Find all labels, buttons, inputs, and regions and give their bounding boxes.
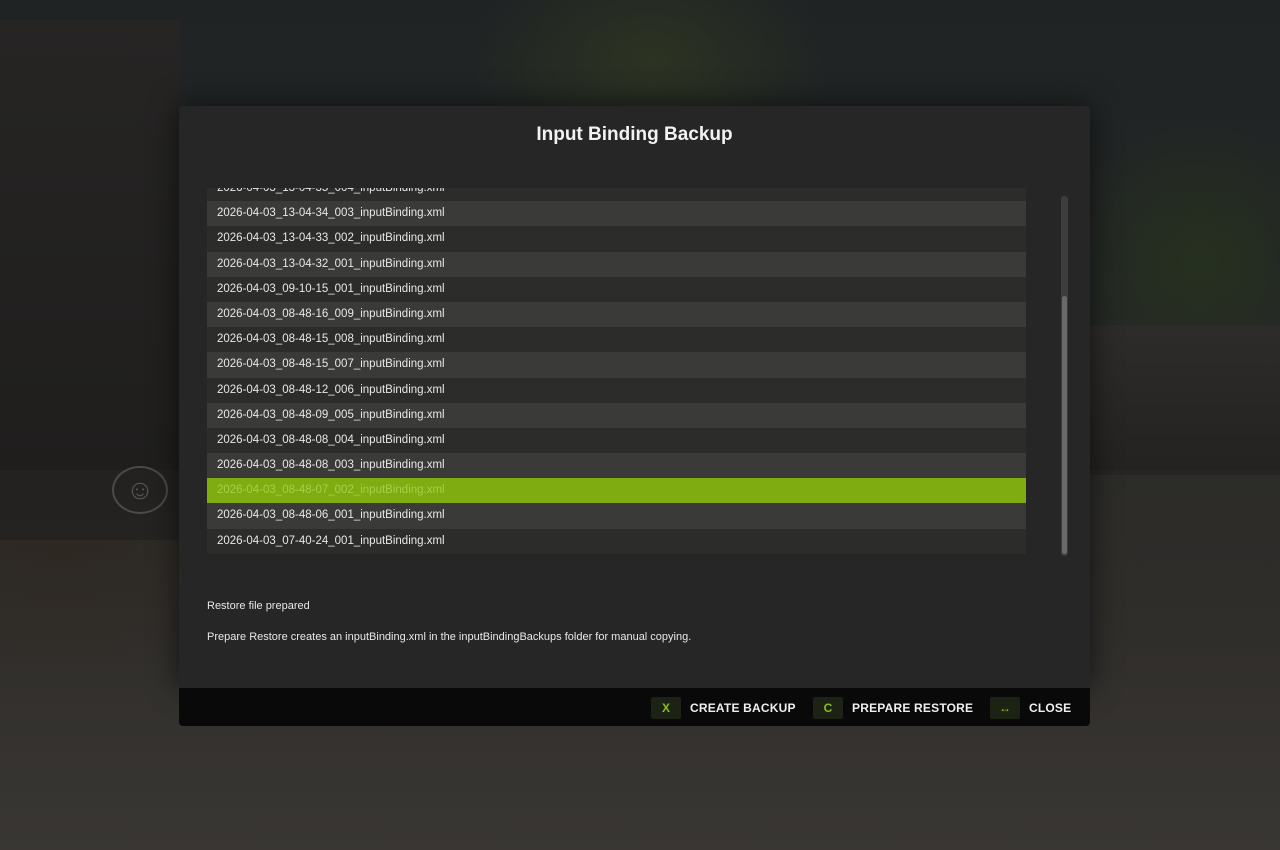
prepare-restore-label: PREPARE RESTORE	[852, 701, 974, 715]
close-label: CLOSE	[1029, 701, 1072, 715]
key-c-icon: C	[813, 697, 843, 719]
file-row[interactable]: 2026-04-03_08-48-06_001_inputBinding.xml	[207, 503, 1026, 529]
file-row[interactable]: 2026-04-03_13-04-34_003_inputBinding.xml	[207, 201, 1026, 227]
list-scrollbar[interactable]	[1061, 196, 1068, 556]
background-fence	[1090, 325, 1280, 475]
create-backup-label: CREATE BACKUP	[690, 701, 796, 715]
key-x-icon: X	[651, 697, 681, 719]
selected-file-row[interactable]: 2026-04-03_08-48-07_002_inputBinding.xml	[207, 478, 1026, 504]
backup-dialog: 2026-04-03_13-04-35_004_inputBinding.xml…	[179, 106, 1090, 688]
file-row[interactable]: 2026-04-03_08-48-08_003_inputBinding.xml	[207, 453, 1026, 479]
file-row[interactable]: 2026-04-03_08-48-09_005_inputBinding.xml	[207, 402, 1026, 428]
file-row[interactable]: 2026-04-03_08-48-15_007_inputBinding.xml	[207, 352, 1026, 378]
backup-file-list[interactable]: 2026-04-03_13-04-35_004_inputBinding.xml…	[207, 188, 1026, 556]
file-row[interactable]: 2026-04-03_08-48-15_008_inputBinding.xml	[207, 327, 1026, 353]
action-bar: X CREATE BACKUP C PREPARE RESTORE ↔ CLOS…	[179, 688, 1090, 726]
file-row[interactable]: 2026-04-03_08-48-08_004_inputBinding.xml	[207, 427, 1026, 454]
prepare-restore-button[interactable]: C PREPARE RESTORE	[813, 697, 973, 719]
file-row[interactable]: 2026-04-03_08-48-16_009_inputBinding.xml	[207, 301, 1026, 328]
create-backup-button[interactable]: X CREATE BACKUP	[651, 697, 796, 719]
file-row[interactable]: 2026-04-03_13-04-35_004_inputBinding.xml	[207, 188, 1026, 202]
smiley-sign-icon: ☺	[112, 466, 168, 514]
file-row[interactable]: 2026-04-03_07-40-24_001_inputBinding.xml	[207, 528, 1026, 554]
info-message: Prepare Restore creates an inputBinding.…	[207, 631, 692, 643]
arrows-horizontal-icon: ↔	[990, 697, 1020, 719]
backup-file-list-content: 2026-04-03_13-04-35_004_inputBinding.xml…	[207, 188, 1026, 554]
file-row[interactable]: 2026-04-03_08-48-12_006_inputBinding.xml	[207, 377, 1026, 403]
close-button[interactable]: ↔ CLOSE	[990, 697, 1071, 719]
file-row[interactable]: 2026-04-03_13-04-32_001_inputBinding.xml	[207, 251, 1026, 277]
background-building	[0, 20, 180, 540]
file-row[interactable]: 2026-04-03_09-10-15_001_inputBinding.xml	[207, 276, 1026, 302]
dialog-title: Input Binding Backup	[536, 124, 733, 145]
status-message: Restore file prepared	[207, 600, 310, 612]
file-row[interactable]: 2026-04-03_13-04-33_002_inputBinding.xml	[207, 226, 1026, 252]
list-scrollbar-thumb[interactable]	[1062, 296, 1067, 554]
